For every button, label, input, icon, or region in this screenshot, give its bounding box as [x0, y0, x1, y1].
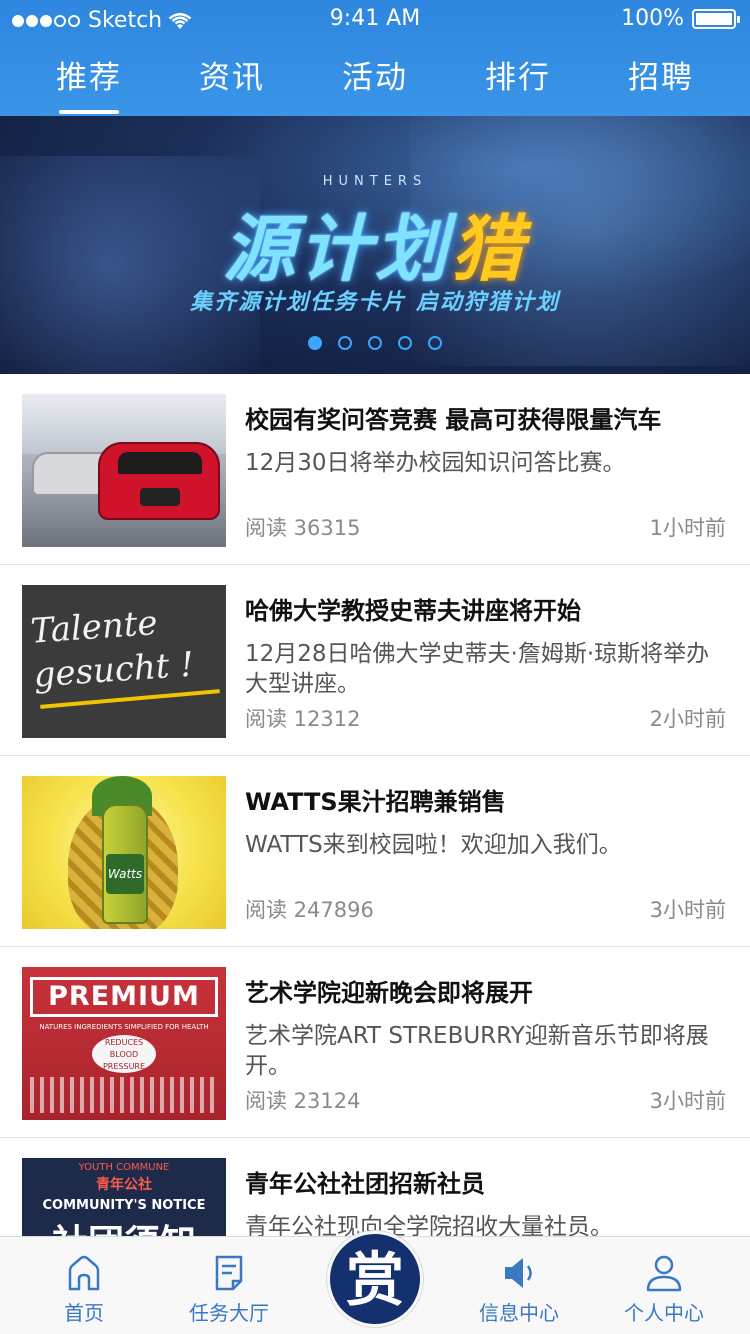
document-icon: [215, 1255, 243, 1291]
pager-dot[interactable]: [338, 336, 352, 350]
tab-recommend[interactable]: 推荐: [56, 52, 122, 104]
article-thumbnail: PREMIUM NATURES INGREDIENTS SIMPLIFIED F…: [22, 967, 226, 1120]
article-time: 1小时前: [649, 516, 726, 540]
tabbar-profile-label: 个人中心: [624, 1301, 704, 1325]
list-item[interactable]: Watts WATTS果汁招聘兼销售 WATTS来到校园啦！欢迎加入我们。 阅读…: [0, 756, 750, 947]
battery-icon: [692, 8, 740, 29]
banner-subtitle: HUNTERS: [322, 174, 428, 189]
pager-dot[interactable]: [398, 336, 412, 350]
tabbar-home-label: 首页: [64, 1301, 104, 1325]
article-title: 校园有奖问答竞赛 最高可获得限量汽车: [245, 406, 662, 434]
article-title: 青年公社社团招新社员: [245, 1170, 485, 1198]
reward-button[interactable]: 赏: [327, 1231, 423, 1327]
article-reads: 阅读 247896: [245, 898, 374, 922]
status-bar: Sketch 9:41 AM 100%: [0, 0, 750, 40]
article-reads: 阅读 23124: [245, 1089, 361, 1113]
app-header: Sketch 9:41 AM 100% 推荐 资讯 活动 排行 招聘: [0, 0, 750, 116]
article-desc: 艺术学院ART STREBURRY迎新音乐节即将展开。: [245, 1023, 709, 1079]
category-tabs: 推荐 资讯 活动 排行 招聘: [0, 52, 750, 104]
pager-dot[interactable]: [368, 336, 382, 350]
article-list: 校园有奖问答竞赛 最高可获得限量汽车 12月30日将举办校园知识问答比赛。 阅读…: [0, 374, 750, 1329]
article-reads: 阅读 12312: [245, 707, 361, 731]
banner-title: 源计划猎: [222, 207, 528, 291]
article-time: 3小时前: [649, 898, 726, 922]
carousel-pager: [0, 336, 750, 350]
article-reads: 阅读 36315: [245, 516, 361, 540]
tabbar-messages[interactable]: 信息中心: [449, 1253, 589, 1326]
pager-dot[interactable]: [428, 336, 442, 350]
tab-events[interactable]: 活动: [342, 52, 408, 104]
list-item[interactable]: Talente gesucht ! 哈佛大学教授史蒂夫讲座将开始 12月28日哈…: [0, 565, 750, 756]
tab-news[interactable]: 资讯: [199, 52, 265, 104]
list-item[interactable]: 校园有奖问答竞赛 最高可获得限量汽车 12月30日将举办校园知识问答比赛。 阅读…: [0, 374, 750, 565]
pager-dot[interactable]: [308, 336, 322, 350]
article-thumbnail: Talente gesucht !: [22, 585, 226, 738]
tabbar-messages-label: 信息中心: [479, 1301, 559, 1325]
article-time: 3小时前: [649, 1089, 726, 1113]
tabbar-tasks[interactable]: 任务大厅: [159, 1253, 299, 1326]
article-thumbnail: [22, 394, 226, 547]
user-icon: [646, 1255, 682, 1292]
article-thumbnail: Watts: [22, 776, 226, 929]
bottom-tab-bar: 首页 任务大厅 赏 信息中心 个人中心: [0, 1231, 750, 1334]
tabbar-home[interactable]: 首页: [14, 1253, 154, 1326]
tab-ranking[interactable]: 排行: [485, 52, 551, 104]
tabbar-tasks-label: 任务大厅: [189, 1301, 269, 1325]
battery-percent: 100%: [621, 6, 684, 31]
hero-banner[interactable]: HUNTERS 源计划猎 集齐源计划任务卡片 启动狩猎计划: [0, 116, 750, 374]
banner-slogan: 集齐源计划任务卡片 启动狩猎计划: [190, 290, 560, 315]
list-item[interactable]: PREMIUM NATURES INGREDIENTS SIMPLIFIED F…: [0, 947, 750, 1138]
tab-jobs[interactable]: 招聘: [628, 52, 694, 104]
article-title: 哈佛大学教授史蒂夫讲座将开始: [245, 597, 581, 625]
article-desc: 12月30日将举办校园知识问答比赛。: [245, 450, 626, 476]
tabbar-profile[interactable]: 个人中心: [594, 1253, 734, 1326]
article-time: 2小时前: [649, 707, 726, 731]
battery-group: 100%: [621, 6, 740, 31]
article-desc: 12月28日哈佛大学史蒂夫·詹姆斯·琼斯将举办大型讲座。: [245, 641, 710, 697]
article-title: 艺术学院迎新晚会即将展开: [245, 979, 533, 1007]
article-desc: WATTS来到校园啦！欢迎加入我们。: [245, 832, 622, 858]
home-icon: [68, 1255, 100, 1291]
article-title: WATTS果汁招聘兼销售: [245, 788, 506, 816]
speaker-icon: [505, 1258, 532, 1288]
